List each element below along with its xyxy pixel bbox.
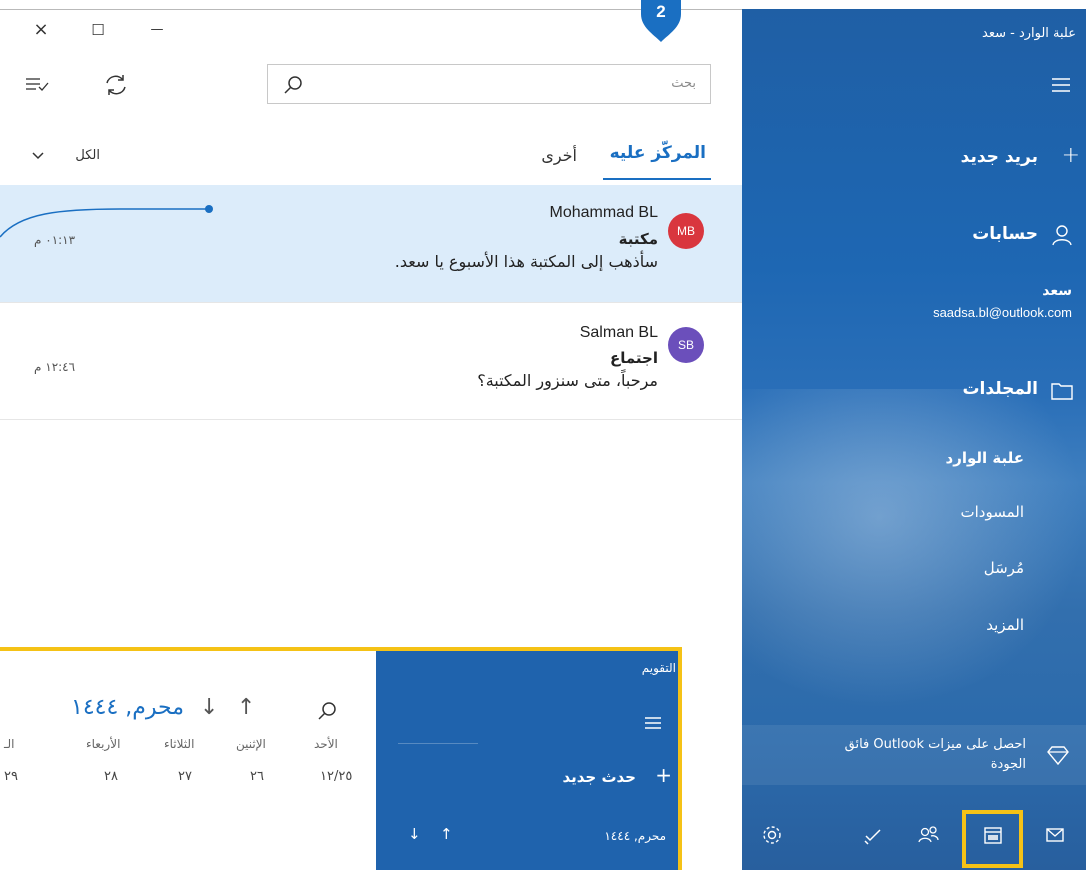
diamond-icon — [1046, 743, 1070, 767]
weekday-header: الأحد — [314, 737, 338, 751]
new-mail-button[interactable]: + بريد جديد — [742, 141, 1086, 175]
calendar-date[interactable]: ٢٨ — [104, 769, 118, 784]
folder-icon — [1050, 380, 1074, 402]
person-icon — [1050, 223, 1074, 247]
tab-focused[interactable]: المركّز عليه — [610, 143, 706, 163]
hamburger-menu-icon[interactable] — [640, 713, 666, 733]
new-mail-label: بريد جديد — [960, 147, 1038, 167]
calendar-date[interactable]: ٢٩ — [4, 769, 18, 784]
new-event-label: حدث جديد — [562, 768, 636, 786]
people-icon[interactable] — [913, 820, 943, 850]
search-icon[interactable] — [316, 699, 340, 723]
account-name: سعد — [1042, 283, 1072, 299]
divider — [0, 419, 742, 420]
message-sender: Salman BL — [579, 324, 658, 341]
message-sender: Mohammad BL — [549, 204, 659, 221]
message-item[interactable]: SB Salman BL اجتماع مرحباً، متى سنزور ال… — [0, 303, 742, 419]
mini-calendar-month: محرم, ١٤٤٤ — [604, 829, 666, 843]
search-placeholder: بحث — [671, 76, 696, 91]
accounts-label: حسابات — [972, 224, 1038, 244]
mail-icon[interactable] — [1040, 820, 1070, 850]
message-preview: سأذهب إلى المكتبة هذا الأسبوع يا سعد. — [394, 252, 658, 271]
callout-number: 2 — [656, 2, 666, 21]
calendar-title: التقويم — [641, 661, 676, 675]
hamburger-menu-icon[interactable] — [1048, 75, 1074, 95]
new-event-button[interactable]: + حدث جديد — [376, 763, 678, 793]
annotation-connector — [0, 205, 213, 238]
message-subject: اجتماع — [609, 349, 658, 367]
folder-more[interactable]: المزيد — [986, 616, 1024, 634]
background-image — [742, 389, 1086, 709]
calendar-date[interactable]: ١٢/٢٥ — [320, 769, 352, 784]
calendar-date[interactable]: ٢٧ — [178, 769, 192, 784]
month-title: محرم, ١٤٤٤ — [71, 695, 184, 720]
account-email: saadsa.bl@outlook.com — [933, 305, 1072, 320]
select-mode-icon[interactable] — [22, 70, 52, 100]
message-time: ١٢:٤٦ م — [34, 360, 76, 374]
search-input[interactable]: بحث — [267, 64, 711, 104]
search-icon[interactable] — [282, 73, 306, 97]
avatar: MB — [668, 213, 704, 249]
accounts-button[interactable]: حسابات — [742, 219, 1086, 253]
window-border — [0, 9, 742, 10]
plus-icon: + — [655, 763, 672, 787]
window-title: علبة الوارد - سعد — [982, 26, 1076, 41]
chevron-down-icon — [30, 146, 46, 166]
calendar-highlight-frame — [962, 810, 1023, 868]
calendar-inset: التقويم + حدث جديد محرم, ١٤٤٤ ↑ ↓ ح ن ث … — [0, 647, 682, 870]
filter-label: الكل — [75, 148, 100, 163]
tab-other[interactable]: أخرى — [541, 146, 577, 165]
upgrade-banner[interactable]: احصل على ميزات Outlook فائق الجودة — [742, 725, 1086, 785]
callout-badge: 2 — [637, 0, 685, 42]
avatar: SB — [668, 327, 704, 363]
close-button[interactable]: × — [27, 16, 55, 44]
account-item[interactable]: سعد saadsa.bl@outlook.com — [742, 279, 1086, 333]
arrow-down-icon[interactable]: ↓ — [200, 695, 218, 720]
folder-inbox[interactable]: علبة الوارد — [946, 449, 1024, 467]
folder-sent[interactable]: مُرسَل — [984, 559, 1024, 577]
plus-icon: + — [1061, 143, 1080, 168]
calendar-date[interactable]: ٢٦ — [250, 769, 264, 784]
minimize-button[interactable]: — — [143, 16, 171, 44]
tab-focused-underline — [603, 178, 711, 180]
message-item[interactable]: MB Mohammad BL مكتبة سأذهب إلى المكتبة ه… — [0, 185, 742, 302]
divider — [398, 743, 478, 744]
weekday-header: الإثنين — [236, 737, 266, 751]
todo-icon[interactable] — [858, 820, 888, 850]
sync-icon[interactable] — [101, 70, 131, 100]
message-preview: مرحباً، متى سنزور المكتبة؟ — [477, 371, 658, 390]
arrow-up-icon[interactable]: ↑ — [237, 695, 255, 720]
upgrade-text: احصل على ميزات Outlook فائق — [844, 737, 1026, 752]
weekday-header: الأربعاء — [86, 737, 121, 751]
filter-dropdown[interactable]: الكل — [30, 146, 100, 168]
weekday-header: الثلاثاء — [164, 737, 195, 751]
folders-button[interactable]: المجلدات — [742, 374, 1086, 408]
message-subject: مكتبة — [618, 230, 658, 248]
folders-label: المجلدات — [962, 379, 1038, 399]
mail-app-window: × ☐ — 2 بحث المركّز عليه أخرى الكل MB Mo… — [0, 0, 1086, 870]
settings-icon[interactable] — [757, 820, 787, 850]
arrow-down-icon[interactable]: ↓ — [408, 825, 421, 843]
calendar-sidebar: التقويم + حدث جديد محرم, ١٤٤٤ ↑ ↓ ح ن ث … — [376, 651, 678, 870]
weekday-header: الـ — [4, 737, 15, 751]
folder-drafts[interactable]: المسودات — [960, 503, 1024, 521]
upgrade-text-2: الجودة — [990, 757, 1026, 772]
maximize-button[interactable]: ☐ — [84, 16, 112, 44]
arrow-up-icon[interactable]: ↑ — [440, 825, 453, 843]
